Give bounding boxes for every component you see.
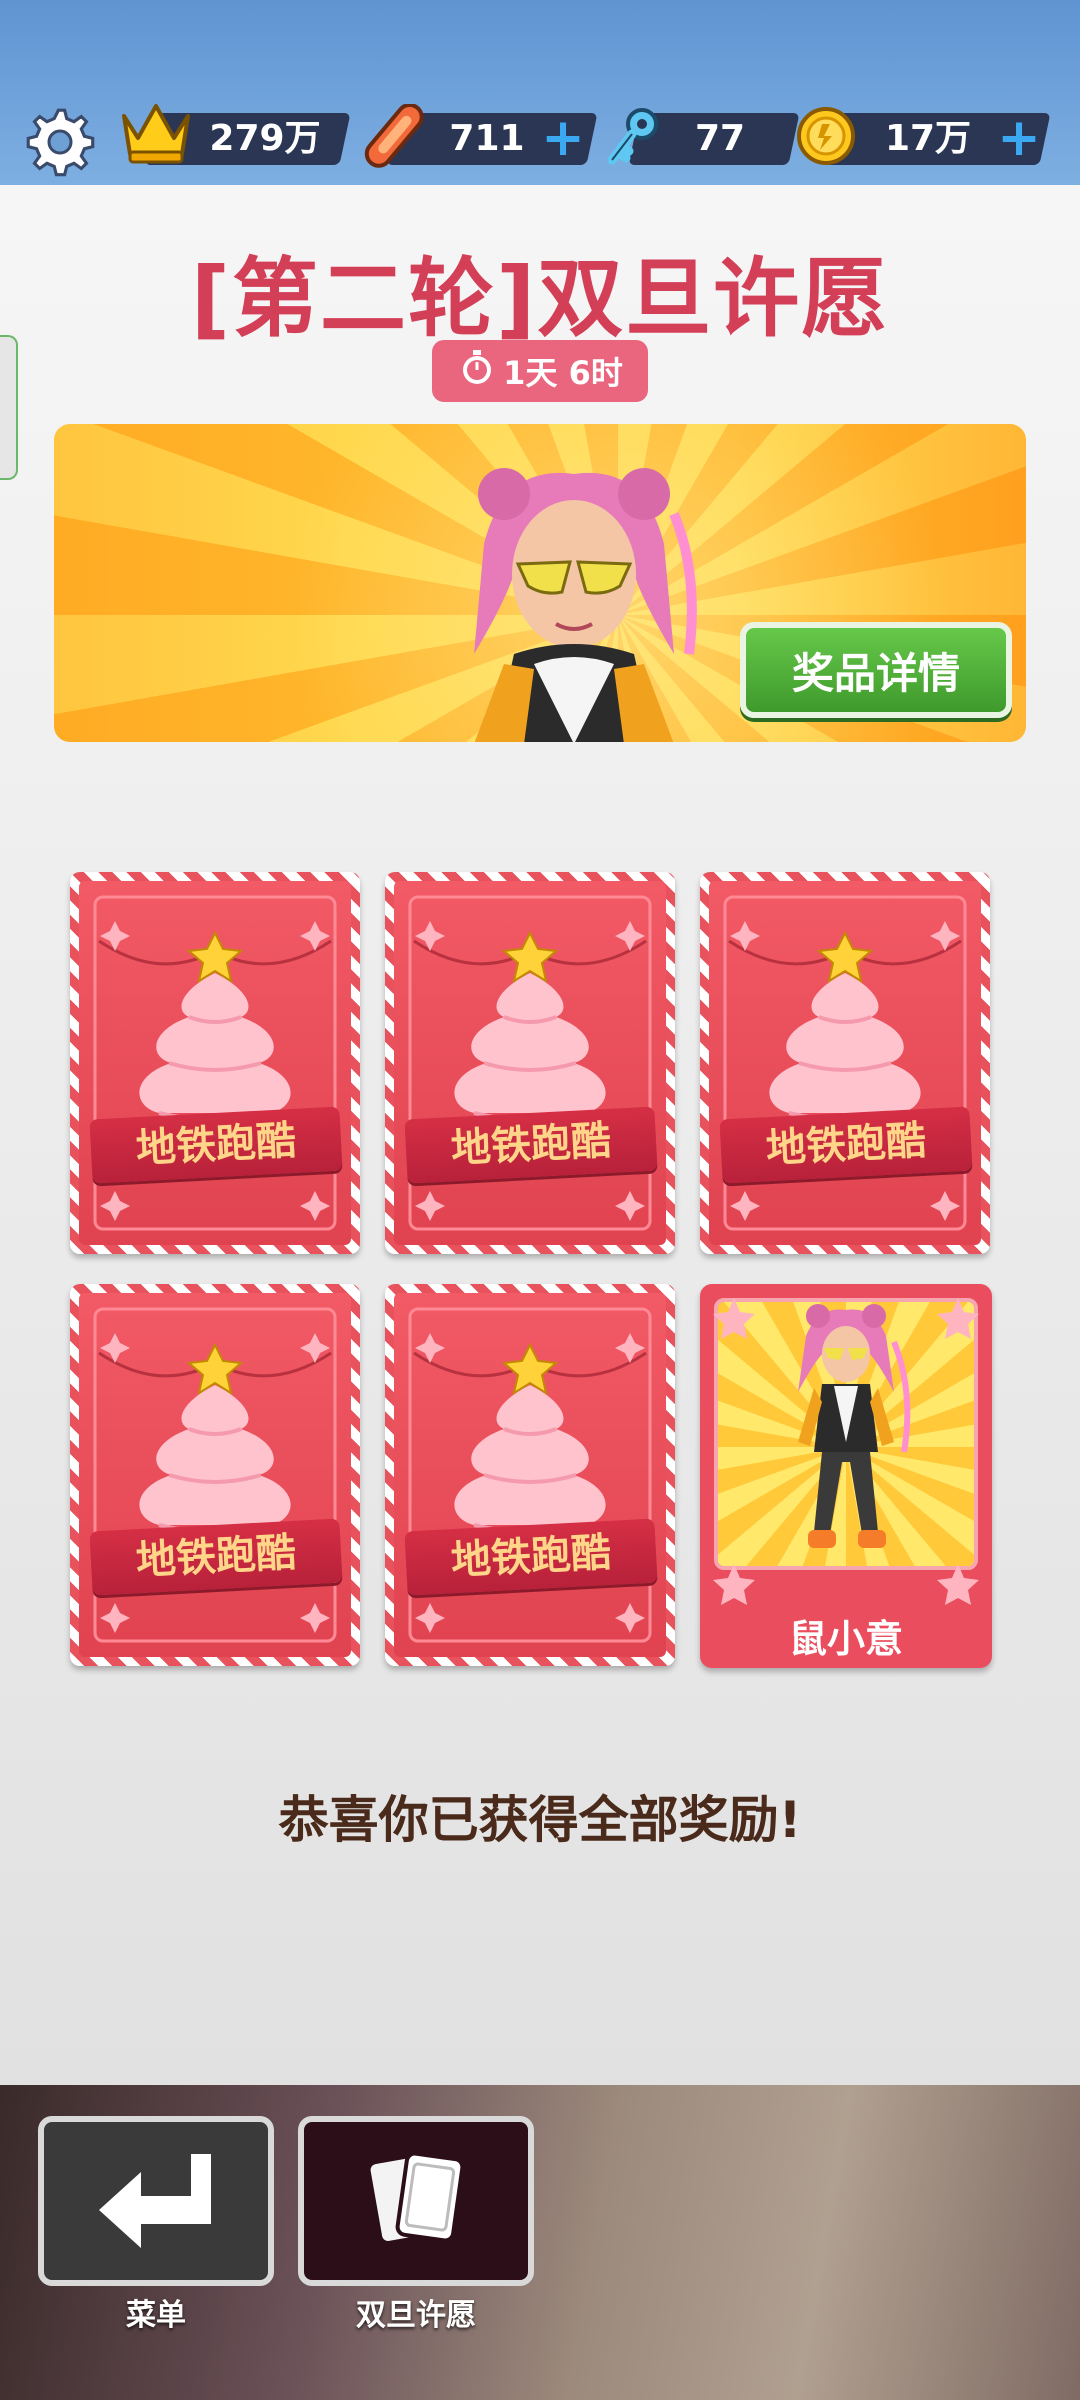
christmas-tree-icon (408, 1307, 652, 1643)
revealed-character-image (714, 1298, 978, 1570)
wish-card-5[interactable]: 地铁跑酷 (385, 1284, 675, 1666)
crown-value: 279万 (209, 118, 321, 159)
event-timer: 1天 6时 (432, 340, 648, 402)
completion-message: 恭喜你已获得全部奖励! (278, 1791, 802, 1849)
hoverboard-icon (360, 102, 430, 172)
wish-card-1[interactable]: 地铁跑酷 (70, 872, 360, 1254)
hoverboard-value: 711 (449, 118, 525, 159)
coin-value: 17万 (884, 118, 972, 159)
stopwatch-icon (457, 347, 497, 395)
wish-card-3[interactable]: 地铁跑酷 (700, 872, 990, 1254)
christmas-tree-icon (408, 895, 652, 1231)
menu-button-label: 菜单 (126, 2298, 186, 2333)
revealed-card[interactable]: 鼠小意 (700, 1284, 992, 1668)
wish-event-button[interactable] (298, 2116, 534, 2286)
wish-event-button-label: 双旦许愿 (356, 2298, 476, 2333)
cards-icon (356, 2144, 476, 2258)
timer-text: 1天 6时 (503, 354, 623, 392)
key-value: 77 (694, 118, 746, 159)
return-arrow-icon (91, 2144, 221, 2258)
card-label: 地铁跑酷 (89, 1106, 343, 1184)
key-icon (602, 104, 666, 174)
add-hoverboard-button[interactable]: + (538, 112, 588, 164)
christmas-tree-icon (93, 895, 337, 1231)
prize-details-button[interactable]: 奖品详情 (740, 622, 1012, 718)
settings-gear-icon[interactable] (22, 104, 98, 180)
card-label: 地铁跑酷 (404, 1518, 658, 1596)
character-portrait-image (474, 468, 697, 742)
wish-card-2[interactable]: 地铁跑酷 (385, 872, 675, 1254)
revealed-card-name: 鼠小意 (788, 1617, 903, 1661)
side-tab-handle[interactable] (0, 335, 18, 480)
crown-icon (118, 98, 194, 170)
coin-icon (794, 104, 858, 172)
event-title: [第二轮]双旦许愿 (190, 249, 890, 349)
add-coin-button[interactable]: + (994, 112, 1044, 164)
christmas-tree-icon (93, 1307, 337, 1643)
christmas-tree-icon (723, 895, 967, 1231)
card-label: 地铁跑酷 (89, 1518, 343, 1596)
card-label: 地铁跑酷 (719, 1106, 973, 1184)
wish-card-4[interactable]: 地铁跑酷 (70, 1284, 360, 1666)
card-label: 地铁跑酷 (404, 1106, 658, 1184)
menu-button[interactable] (38, 2116, 274, 2286)
